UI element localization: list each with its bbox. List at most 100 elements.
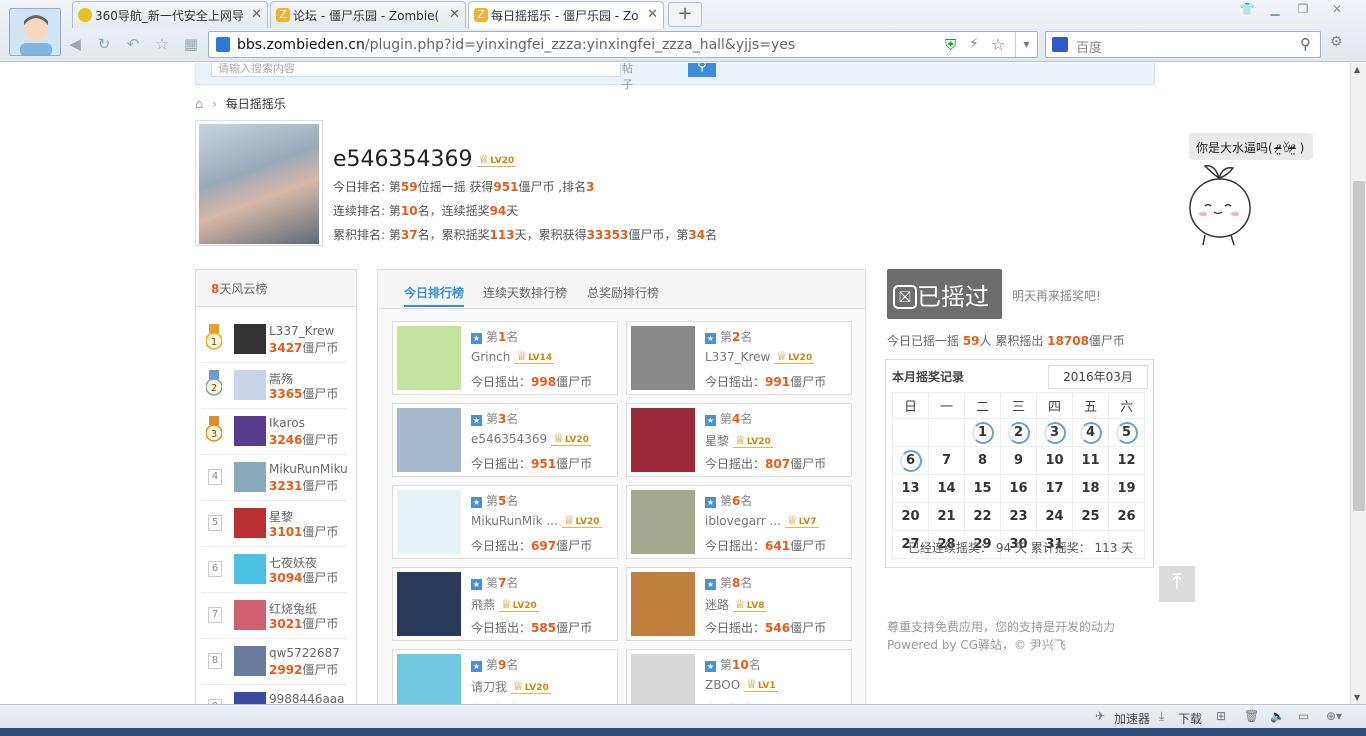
download-icon[interactable]: ⤓ — [1159, 709, 1164, 724]
minimize-icon[interactable]: ▁ — [1264, 2, 1286, 18]
user-name[interactable]: 星黎 — [705, 434, 729, 448]
user-name[interactable]: 请刀我 — [471, 680, 507, 694]
user-avatar[interactable] — [234, 508, 266, 538]
vertical-scrollbar[interactable]: ▲ ▼ — [1350, 63, 1366, 704]
leaderboard-row[interactable]: 2 嵩殇 3365僵尸币 — [201, 363, 347, 409]
ranking-card[interactable]: ★第4名星黎LV20今日摇出：807僵尸币 — [626, 403, 852, 477]
ranking-card[interactable]: ★第9名请刀我LV20今日摇出：483僵尸币 — [392, 649, 618, 704]
search-icon[interactable]: ⚲ — [1300, 35, 1311, 53]
favorite-icon[interactable]: ☆ — [153, 35, 171, 53]
ranking-card[interactable]: ★第2名L337_KrewLV20今日摇出：991僵尸币 — [626, 321, 852, 395]
user-avatar[interactable] — [234, 554, 266, 584]
back-icon[interactable]: ◀ — [66, 35, 84, 53]
shaken-button[interactable]: ⛝ 已摇过 — [887, 269, 1002, 319]
user-avatar[interactable] — [234, 416, 266, 446]
undo-close-icon[interactable]: ↶ — [124, 35, 142, 53]
user-avatar[interactable] — [397, 326, 461, 390]
home-icon[interactable]: ⌂ — [195, 97, 203, 112]
close-icon[interactable]: ✕ — [449, 7, 460, 22]
accelerator-button[interactable]: 加速器 — [1114, 710, 1150, 727]
user-name[interactable]: L337_Krew — [269, 324, 334, 338]
download-button[interactable]: 下载 — [1178, 710, 1202, 727]
leaderboard-row[interactable]: 99988446aaa — [201, 685, 347, 704]
leaderboard-row[interactable]: 4 MikuRunMiku 3231僵尸币 — [201, 455, 348, 501]
ranking-card[interactable]: ★第8名迷路LV8今日摇出：546僵尸币 — [626, 567, 852, 641]
profile-avatar[interactable] — [195, 120, 323, 246]
speed-icon[interactable]: ⚡ — [969, 36, 979, 52]
user-avatar[interactable] — [397, 408, 461, 472]
leaderboard-row[interactable]: 8 qw5722687 2992僵尸币 — [201, 639, 347, 685]
security-icon[interactable]: ⛨ — [945, 36, 956, 54]
user-avatar[interactable] — [234, 324, 266, 354]
close-icon[interactable]: ✕ — [647, 7, 658, 22]
address-bar[interactable]: bbs.zombieden.cn/plugin.php?id=yinxingfe… — [208, 31, 1038, 58]
user-avatar[interactable] — [397, 654, 461, 704]
tab-daily-shake[interactable]: Z 每日摇摇乐 - 僵尸乐园 - Zo ✕ — [468, 1, 664, 29]
zoom-icon[interactable]: ⊕▾ — [1326, 709, 1342, 723]
user-avatar[interactable] — [397, 490, 461, 554]
ranking-card[interactable]: ★第7名飛燕LV20今日摇出：585僵尸币 — [392, 567, 618, 641]
window-icon[interactable]: ▭ — [1298, 709, 1309, 723]
forum-search-input[interactable]: 请输入搜索内容 帖子 — [211, 63, 633, 91]
ranking-card[interactable]: ★第6名iblovegarr ...LV7今日摇出：641僵尸币 — [626, 485, 852, 559]
user-avatar[interactable] — [234, 462, 266, 492]
user-name[interactable]: Grinch — [471, 350, 510, 364]
tab-streak-ranking[interactable]: 连续天数排行榜 — [483, 284, 567, 301]
tools-icon[interactable]: ⚙ — [1330, 34, 1343, 50]
screenshot-icon[interactable]: ⊞ — [1216, 709, 1226, 723]
refresh-icon[interactable]: ↻ — [95, 35, 113, 53]
volume-icon[interactable]: 🔈 — [1270, 709, 1285, 723]
ranking-card[interactable]: ★第3名e546354369LV20今日摇出：951僵尸币 — [392, 403, 618, 477]
mascot-icon[interactable] — [1185, 160, 1260, 253]
skin-icon[interactable]: 👕 — [1236, 2, 1258, 18]
user-avatar[interactable] — [631, 326, 695, 390]
user-avatar[interactable] — [234, 692, 266, 704]
tab-360-nav[interactable]: 360导航_新一代安全上网导 ✕ — [72, 1, 268, 28]
scroll-thumb[interactable] — [1353, 181, 1365, 511]
leaderboard-row[interactable]: 3 Ikaros 3246僵尸币 — [201, 409, 347, 455]
user-avatar[interactable] — [397, 572, 461, 636]
user-avatar[interactable] — [631, 490, 695, 554]
close-window-icon[interactable]: ✕ — [1326, 2, 1348, 18]
user-name[interactable]: L337_Krew — [705, 350, 770, 364]
ranking-card[interactable]: ★第5名MikuRunMik ...LV20今日摇出：697僵尸币 — [392, 485, 618, 559]
accelerator-icon[interactable]: ✈ — [1095, 709, 1105, 723]
maximize-icon[interactable]: ❐ — [1292, 2, 1314, 18]
user-name[interactable]: MikuRunMik ... — [471, 514, 558, 528]
user-name[interactable]: Ikaros — [269, 416, 305, 430]
user-name[interactable]: MikuRunMiku — [269, 462, 348, 476]
user-avatar[interactable] — [234, 370, 266, 400]
user-name[interactable]: 飛燕 — [471, 598, 495, 612]
user-name[interactable]: ZBOO — [705, 678, 740, 692]
tab-total-ranking[interactable]: 总奖励排行榜 — [587, 284, 659, 301]
leaderboard-row[interactable]: 5 星黎 3101僵尸币 — [201, 501, 347, 547]
user-name[interactable]: 9988446aaa — [269, 692, 345, 704]
trash-icon[interactable]: 🗑 — [1244, 709, 1259, 723]
user-name[interactable]: e546354369 — [471, 432, 547, 446]
new-tab-button[interactable]: + — [668, 2, 702, 27]
leaderboard-row[interactable]: 7 红烧兔纸 3021僵尸币 — [201, 593, 347, 639]
dropdown-icon[interactable]: ▾ — [1015, 32, 1037, 57]
leaderboard-row[interactable]: 6 七夜妖夜 3094僵尸币 — [201, 547, 347, 593]
tab-today-ranking[interactable]: 今日排行榜 — [404, 284, 465, 307]
user-avatar[interactable] — [631, 572, 695, 636]
ranking-card[interactable]: ★第10名ZBOOLV1今日摇出：483僵尸币 — [626, 649, 852, 704]
leaderboard-row[interactable]: 1 L337_Krew 3427僵尸币 — [201, 317, 347, 363]
tab-forum[interactable]: Z 论坛 - 僵尸乐园 - Zombie( ✕ — [270, 1, 466, 28]
apps-icon[interactable]: ▦ — [182, 35, 200, 53]
user-avatar[interactable] — [234, 600, 266, 630]
user-name[interactable]: iblovegarr ... — [705, 514, 781, 528]
bookmark-star-icon[interactable]: ☆ — [991, 35, 1005, 54]
user-name[interactable]: qw5722687 — [269, 646, 340, 660]
forum-search-button[interactable]: ⚲ — [688, 63, 716, 77]
score-unit: 僵尸币 — [302, 663, 339, 677]
close-icon[interactable]: ✕ — [251, 7, 262, 22]
back-to-top-button[interactable]: ⤒ — [1159, 566, 1195, 602]
ranking-card[interactable]: ★第1名GrinchLV14今日摇出：998僵尸币 — [392, 321, 618, 395]
search-box[interactable]: 百度 ⚲ — [1045, 31, 1321, 58]
user-avatar[interactable] — [631, 408, 695, 472]
user-avatar[interactable] — [631, 654, 695, 704]
user-avatar[interactable] — [234, 646, 266, 676]
user-name[interactable]: 迷路 — [705, 598, 729, 612]
user-avatar[interactable] — [9, 8, 61, 56]
